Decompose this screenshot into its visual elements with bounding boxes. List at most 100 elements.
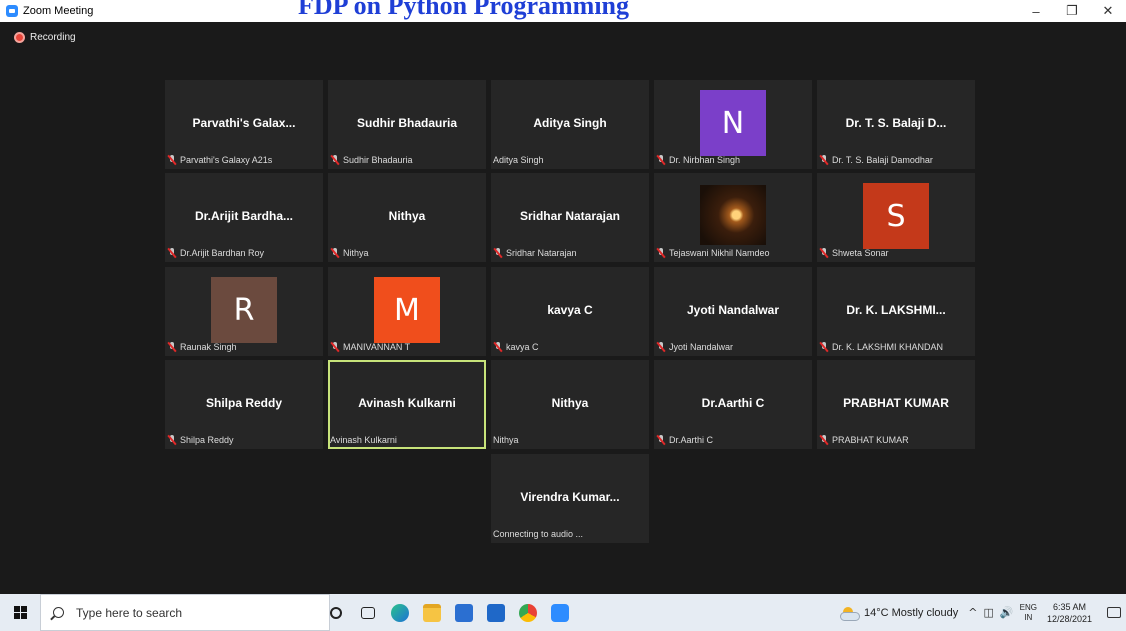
- store-icon: [455, 603, 473, 622]
- mic-muted-icon: [656, 155, 666, 165]
- participant-name-label: Avinash Kulkarni: [330, 435, 397, 445]
- minimize-button[interactable]: –: [1018, 0, 1054, 22]
- participant-tile[interactable]: Shilpa Reddy Shilpa Reddy: [165, 360, 323, 449]
- participant-tile[interactable]: R Raunak Singh: [165, 267, 323, 356]
- participant-tile[interactable]: PRABHAT KUMAR PRABHAT KUMAR: [817, 360, 975, 449]
- participant-display-name: Dr. T. S. Balaji D...: [845, 116, 947, 130]
- participant-tile[interactable]: Dr. K. LAKSHMI... Dr. K. LAKSHMI KHANDAN: [817, 267, 975, 356]
- store-taskbar-button[interactable]: [448, 594, 480, 631]
- mic-muted-icon: [819, 155, 829, 165]
- participant-display-name: Nithya: [388, 209, 426, 223]
- taskbar-search[interactable]: Type here to search: [40, 594, 330, 631]
- participant-name: Connecting to audio ...: [493, 529, 584, 539]
- chevron-up-icon[interactable]: ^: [968, 606, 977, 619]
- window-controls: – ❐ ✕: [1018, 0, 1126, 22]
- participant-tile[interactable]: S Shweta Sonar: [817, 173, 975, 262]
- participant-name-label: kavya C: [493, 342, 539, 352]
- speaker-icon[interactable]: 🔊: [1000, 606, 1014, 619]
- participant-name-label: Dr.Arijit Bardhan Roy: [167, 248, 264, 258]
- participant-tile[interactable]: Virendra Kumar... Connecting to audio ...: [491, 454, 649, 543]
- title-bar: Zoom Meeting FDP on Python Programming –…: [0, 0, 1126, 22]
- participant-name: Tejaswani Nikhil Namdeo: [669, 248, 770, 258]
- participant-tile[interactable]: Sridhar Natarajan Sridhar Natarajan: [491, 173, 649, 262]
- weather-text[interactable]: 14°C Mostly cloudy: [864, 607, 958, 619]
- file-explorer-taskbar-button[interactable]: [416, 594, 448, 631]
- participant-tile[interactable]: Tejaswani Nikhil Namdeo: [654, 173, 812, 262]
- system-tray: 14°C Mostly cloudy ^ ◫ 🔊 ENG IN 6:35 AM …: [840, 594, 1126, 631]
- participant-tile[interactable]: Nithya Nithya: [328, 173, 486, 262]
- participant-display-name: PRABHAT KUMAR: [843, 396, 949, 410]
- zoom-icon: [551, 603, 569, 622]
- participant-display-name: kavya C: [547, 303, 593, 317]
- recording-icon: [14, 32, 25, 43]
- participant-display-name: Dr.Aarthi C: [701, 396, 765, 410]
- participant-name: Shweta Sonar: [832, 248, 889, 258]
- participant-name: MANIVANNAN T: [343, 342, 411, 352]
- participant-name: Jyoti Nandalwar: [669, 342, 734, 352]
- mic-muted-icon: [819, 342, 829, 352]
- participant-name: Dr.Aarthi C: [669, 435, 714, 445]
- mic-muted-icon: [493, 342, 503, 352]
- participant-tile[interactable]: kavya C kavya C: [491, 267, 649, 356]
- participant-name: Avinash Kulkarni: [330, 435, 397, 445]
- participant-name-label: Shweta Sonar: [819, 248, 889, 258]
- participant-tile[interactable]: Sudhir Bhadauria Sudhir Bhadauria: [328, 80, 486, 169]
- participant-name: Sudhir Bhadauria: [343, 155, 413, 165]
- participant-name-label: Dr. T. S. Balaji Damodhar: [819, 155, 933, 165]
- zoom-app-icon: [6, 5, 18, 17]
- participant-name: Nithya: [343, 248, 369, 258]
- clock-date: 12/28/2021: [1046, 613, 1092, 624]
- participant-tile[interactable]: Jyoti Nandalwar Jyoti Nandalwar: [654, 267, 812, 356]
- participant-tile[interactable]: Dr.Arijit Bardha... Dr.Arijit Bardhan Roy: [165, 173, 323, 262]
- participant-display-name: Nithya: [551, 396, 589, 410]
- close-button[interactable]: ✕: [1090, 0, 1126, 22]
- participant-name-label: Dr. K. LAKSHMI KHANDAN: [819, 342, 943, 352]
- mic-muted-icon: [167, 435, 177, 445]
- mic-muted-icon: [167, 155, 177, 165]
- edge-icon: [391, 603, 409, 622]
- participant-tile[interactable]: Nithya Nithya: [491, 360, 649, 449]
- cortana-taskbar-button[interactable]: [320, 594, 352, 631]
- participant-tile[interactable]: Dr.Aarthi C Dr.Aarthi C: [654, 360, 812, 449]
- participant-name-label: PRABHAT KUMAR: [819, 435, 909, 445]
- participant-display-name: Sudhir Bhadauria: [356, 116, 457, 130]
- edge-taskbar-button[interactable]: [384, 594, 416, 631]
- clock[interactable]: 6:35 AM 12/28/2021: [1047, 601, 1092, 625]
- chrome-taskbar-button[interactable]: [512, 594, 544, 631]
- network-icon[interactable]: ◫: [984, 606, 994, 619]
- task-view-icon: [361, 606, 375, 619]
- mail-taskbar-button[interactable]: [480, 594, 512, 631]
- participant-name-label: Nithya: [493, 435, 519, 445]
- participant-display-name: Jyoti Nandalwar: [686, 303, 780, 317]
- participant-tile[interactable]: Avinash Kulkarni Avinash Kulkarni: [328, 360, 486, 449]
- participant-name-label: MANIVANNAN T: [330, 342, 410, 352]
- taskbar-apps: [320, 594, 576, 631]
- participant-name-label: Aditya Singh: [493, 155, 544, 165]
- restore-button[interactable]: ❐: [1054, 0, 1090, 22]
- weather-icon[interactable]: [840, 606, 860, 621]
- participant-tile[interactable]: Dr. T. S. Balaji D... Dr. T. S. Balaji Da…: [817, 80, 975, 169]
- participant-display-name: Aditya Singh: [533, 116, 607, 130]
- mic-muted-icon: [167, 248, 177, 258]
- cortana-icon: [330, 606, 342, 619]
- participant-tile[interactable]: Aditya Singh Aditya Singh: [491, 80, 649, 169]
- notification-button[interactable]: [1102, 594, 1126, 631]
- overlay-banner-text: FDP on Python Programming: [298, 0, 630, 20]
- participant-tile[interactable]: N Dr. Nirbhan Singh: [654, 80, 812, 169]
- participant-name: Dr. Nirbhan Singh: [669, 155, 741, 165]
- zoom-taskbar-button[interactable]: [544, 594, 576, 631]
- participant-tile[interactable]: Parvathi's Galax... Parvathi's Galaxy A21…: [165, 80, 323, 169]
- taskbar: Type here to search 14°C Mostly cloudy ^…: [0, 594, 1126, 631]
- participant-name: Sridhar Natarajan: [506, 248, 577, 258]
- mic-muted-icon: [656, 435, 666, 445]
- participant-display-name: Shilpa Reddy: [205, 396, 282, 410]
- participant-name: Dr.Arijit Bardhan Roy: [180, 248, 265, 258]
- participant-name-label: Nithya: [330, 248, 369, 258]
- mic-muted-icon: [656, 248, 666, 258]
- start-button[interactable]: [0, 594, 40, 631]
- participant-tile[interactable]: M MANIVANNAN T: [328, 267, 486, 356]
- participant-name-label: Connecting to audio ...: [493, 529, 583, 539]
- recording-indicator[interactable]: Recording: [14, 32, 76, 43]
- task-view-taskbar-button[interactable]: [352, 594, 384, 631]
- language-indicator[interactable]: ENG IN: [1020, 603, 1037, 623]
